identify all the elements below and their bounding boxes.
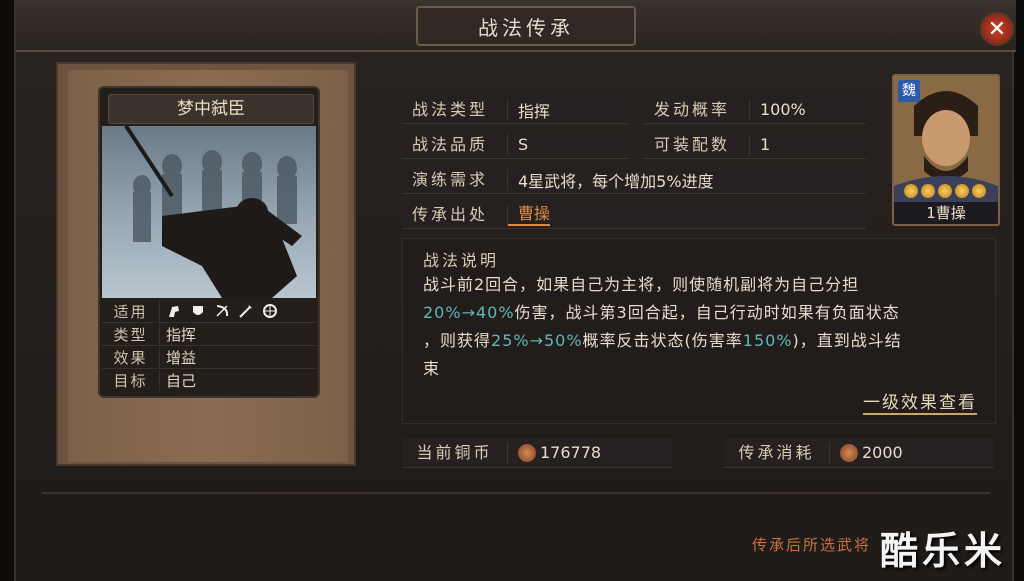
wheel-icon	[262, 303, 278, 319]
level-one-effect-link[interactable]: 一级效果查看	[863, 388, 977, 415]
spear-icon	[238, 303, 254, 319]
general-name: 1曹操	[894, 202, 998, 224]
footer-note: 传承后所选武将	[752, 536, 872, 554]
inherit-cost-value: 2000	[862, 442, 903, 462]
attr-row-applicable: 适用	[102, 300, 316, 323]
skill-card: 梦中弑臣 适用 类型 指挥 效果 增益 目标 自己	[98, 86, 320, 398]
field-equip-count: 可装配数 1	[644, 131, 866, 159]
desc-text-part: 伤害，战斗第3回合起，自己行动时如果有负面状态	[514, 303, 900, 322]
star-icon	[921, 184, 935, 198]
skill-illustration	[102, 126, 316, 298]
skill-attributes: 适用 类型 指挥 效果 增益 目标 自己	[102, 300, 316, 392]
description-title: 战法说明	[423, 251, 500, 270]
skill-description: 战法说明 战斗前2回合，如果自己为主将，则使随机副将为自己分担 20%→40%伤…	[402, 238, 996, 424]
window-title: 战法传承	[416, 6, 636, 46]
cavalry-icon	[166, 303, 182, 319]
field-skill-type: 战法类型 指挥	[402, 96, 628, 124]
skill-scroll: 梦中弑臣 适用 类型 指挥 效果 增益 目标 自己	[56, 62, 356, 466]
desc-line-4: 束	[423, 359, 441, 378]
skill-inherit-panel: 战法传承 ✕ 梦中弑臣 适用 类型 指挥 效果 增益 目标 自己 战法类型 指挥…	[14, 0, 1016, 581]
desc-line-3: ，则获得25%→50%概率反击状态(伤害率150%)，直到战斗结	[423, 327, 993, 355]
desc-text-part: ，则获得	[423, 331, 492, 350]
damage-share-range: 20%→40%	[423, 303, 515, 322]
bow-icon	[214, 303, 230, 319]
attr-key: 类型	[102, 323, 160, 345]
star-icon	[904, 184, 918, 198]
attr-value: 增益	[166, 348, 197, 367]
desc-line-1: 战斗前2回合，如果自己为主将，则使随机副将为自己分担	[423, 275, 860, 294]
current-copper-field: 当前铜币 176778	[402, 438, 672, 468]
desc-text-part: 概率反击状态(伤害率	[582, 331, 743, 350]
field-skill-quality: 战法品质 S	[402, 131, 628, 159]
field-label: 可装配数	[644, 133, 750, 156]
copper-coin-icon	[518, 444, 536, 463]
attr-row-type: 类型 指挥	[102, 323, 316, 346]
title-bar: 战法传承 ✕	[16, 0, 1016, 52]
field-value: 4星武将，每个增加5%进度	[518, 171, 714, 191]
current-copper-value: 176778	[540, 442, 602, 462]
inherit-cost-field: 传承消耗 2000	[724, 438, 994, 468]
star-icon	[938, 184, 952, 198]
attr-key: 适用	[102, 300, 160, 322]
desc-text-part: )，直到战斗结	[792, 331, 902, 350]
attr-key: 效果	[102, 346, 160, 368]
attr-value: 自己	[166, 372, 197, 390]
field-label: 战法类型	[402, 98, 508, 121]
attr-value: 指挥	[166, 325, 197, 344]
faction-badge: 魏	[898, 80, 920, 102]
field-value: 100%	[760, 100, 806, 119]
attr-key: 目标	[102, 370, 160, 391]
field-trigger-rate: 发动概率 100%	[644, 96, 866, 124]
close-button[interactable]: ✕	[980, 12, 1014, 46]
desc-line-2: 20%→40%伤害，战斗第3回合起，自己行动时如果有负面状态	[423, 299, 993, 327]
divider	[42, 492, 990, 494]
attr-row-effect: 效果 增益	[102, 346, 316, 369]
field-value: 1	[760, 135, 771, 154]
field-label: 战法品质	[402, 133, 508, 156]
field-label: 当前铜币	[402, 441, 508, 464]
field-inherit-source: 传承出处 曹操	[402, 201, 866, 229]
field-value: 指挥	[518, 101, 551, 121]
damage-rate: 150%	[742, 331, 793, 350]
source-general-link[interactable]: 曹操	[508, 204, 551, 226]
description-text: 战斗前2回合，如果自己为主将，则使随机副将为自己分担 20%→40%伤害，战斗第…	[423, 271, 993, 383]
field-label: 演练需求	[402, 168, 508, 191]
watermark: 酷乐米	[880, 529, 1007, 573]
counter-chance-range: 25%→50%	[491, 331, 583, 350]
close-icon: ✕	[987, 16, 1007, 42]
star-icon	[955, 184, 969, 198]
field-value: 2000	[830, 443, 903, 463]
field-label: 发动概率	[644, 98, 750, 121]
applicable-troop-icons	[160, 303, 278, 319]
general-stars	[904, 184, 986, 198]
field-label: 传承消耗	[724, 441, 830, 464]
shield-icon	[190, 303, 206, 319]
field-value: S	[518, 135, 529, 154]
skill-name: 梦中弑臣	[108, 94, 314, 124]
general-portrait[interactable]: 魏 1曹操	[892, 74, 1000, 226]
field-value: 176778	[508, 443, 601, 463]
star-icon	[972, 184, 986, 198]
attr-row-target: 目标 自己	[102, 369, 316, 392]
field-training-requirement: 演练需求 4星武将，每个增加5%进度	[402, 166, 866, 194]
field-label: 传承出处	[402, 203, 508, 226]
copper-coin-icon	[840, 444, 858, 463]
